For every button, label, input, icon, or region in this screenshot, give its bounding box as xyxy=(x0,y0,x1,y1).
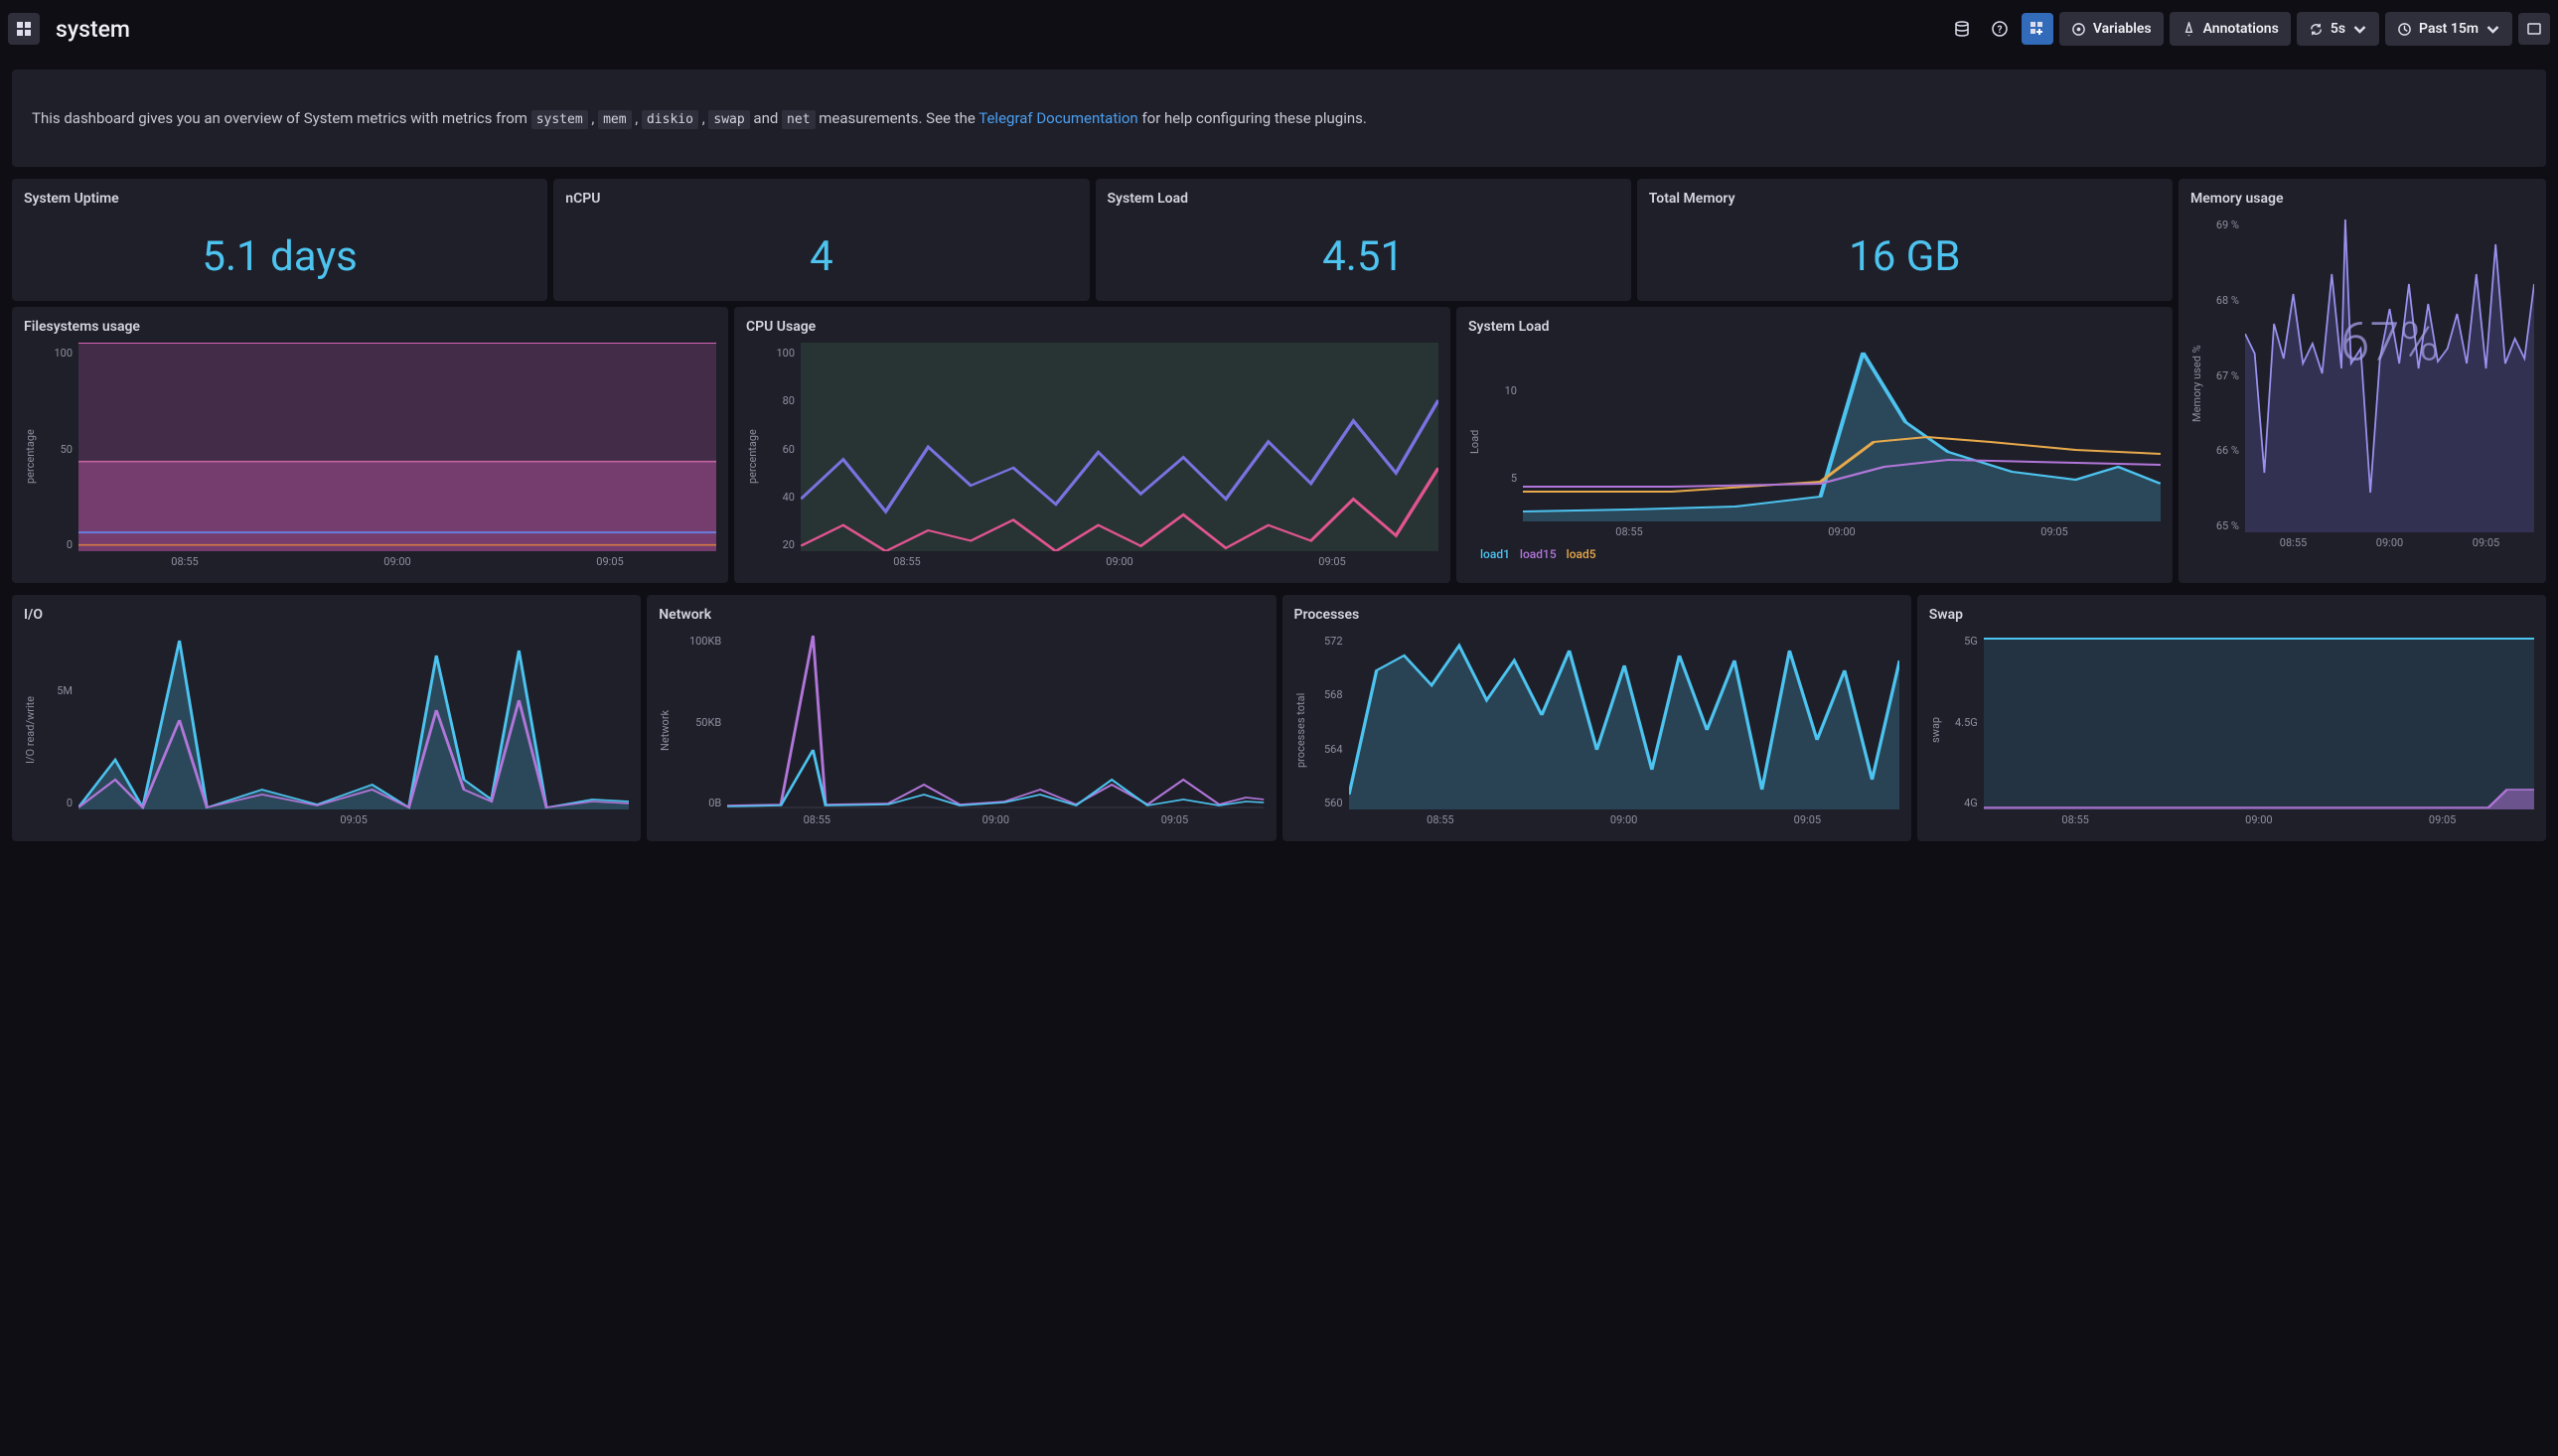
annotations-button[interactable]: Annotations xyxy=(2170,12,2291,46)
x-ticks: 09:05 xyxy=(78,809,629,826)
panel-title: I/O xyxy=(24,607,629,623)
refresh-interval-button[interactable]: 5s xyxy=(2297,12,2379,46)
panel-title: Swap xyxy=(1929,607,2534,623)
y-ticks: 100 50 0 xyxy=(37,343,78,571)
y-ticks: 10 5 xyxy=(1481,343,1523,541)
topbar: system ? Variables Annotations 5s Past 1… xyxy=(0,0,2558,58)
panel-ncpu[interactable]: nCPU 4 xyxy=(553,179,1089,301)
panel-io[interactable]: I/O I/O read/write 5M 0 xyxy=(12,595,641,841)
add-cell-icon[interactable] xyxy=(2022,13,2053,45)
y-axis-label: Memory used % xyxy=(2190,215,2203,552)
panel-title: nCPU xyxy=(565,191,1077,207)
time-range-button[interactable]: Past 15m xyxy=(2385,12,2512,46)
x-ticks: 08:55 09:00 09:05 xyxy=(1984,809,2534,826)
help-icon[interactable]: ? xyxy=(1984,13,2016,45)
panel-network[interactable]: Network Network 100KB 50KB 0B 08:55 xyxy=(647,595,1276,841)
y-ticks: 100 80 60 40 20 xyxy=(759,343,801,571)
panel-uptime[interactable]: System Uptime 5.1 days xyxy=(12,179,547,301)
chart-svg xyxy=(801,343,1438,551)
y-axis-label: percentage xyxy=(24,343,37,571)
panel-title: System Uptime xyxy=(24,191,535,207)
y-axis-label: I/O read/write xyxy=(24,631,37,829)
panel-system-load-chart[interactable]: System Load Load 10 5 xyxy=(1456,307,2173,583)
y-ticks: 69 % 68 % 67 % 66 % 65 % xyxy=(2203,215,2245,552)
time-range-label: Past 15m xyxy=(2419,21,2479,37)
code-swap: swap xyxy=(708,110,749,129)
panel-title: Filesystems usage xyxy=(24,319,716,335)
chart-svg xyxy=(1984,631,2534,809)
chevron-down-icon xyxy=(2352,22,2367,37)
fullscreen-icon[interactable] xyxy=(2518,13,2550,45)
chevron-down-icon xyxy=(2485,22,2500,37)
y-axis-label: processes total xyxy=(1294,631,1307,829)
topbar-right: ? Variables Annotations 5s Past 15m xyxy=(1946,12,2550,46)
panel-total-memory[interactable]: Total Memory 16 GB xyxy=(1637,179,2173,301)
y-ticks: 100KB 50KB 0B xyxy=(672,631,727,829)
panel-swap[interactable]: Swap swap 5G 4.5G 4G 08:55 xyxy=(1917,595,2546,841)
panel-title: Total Memory xyxy=(1649,191,2161,207)
variables-label: Variables xyxy=(2093,21,2152,37)
panel-title: Network xyxy=(659,607,1264,623)
chart-svg xyxy=(727,631,1264,809)
y-ticks: 572 568 564 560 xyxy=(1307,631,1349,829)
telegraf-doc-link[interactable]: Telegraf Documentation xyxy=(978,109,1137,127)
legend-load1[interactable]: load1 xyxy=(1480,547,1510,561)
panel-cpu-usage[interactable]: CPU Usage percentage 100 80 60 40 20 xyxy=(734,307,1450,583)
x-ticks: 08:55 09:00 09:05 xyxy=(1349,809,1899,826)
panel-title: CPU Usage xyxy=(746,319,1438,335)
x-ticks: 08:55 09:00 09:05 xyxy=(2245,532,2534,549)
panel-title: System Load xyxy=(1468,319,2161,335)
info-banner: This dashboard gives you an overview of … xyxy=(12,70,2546,167)
y-axis-label: Load xyxy=(1468,343,1481,541)
chart-svg xyxy=(78,343,716,551)
y-axis-label: percentage xyxy=(746,343,759,571)
refresh-interval-label: 5s xyxy=(2331,21,2345,37)
legend-load15[interactable]: load15 xyxy=(1520,547,1557,561)
annotations-label: Annotations xyxy=(2203,21,2279,37)
svg-text:?: ? xyxy=(1997,25,2002,36)
panel-processes[interactable]: Processes processes total 572 568 564 56… xyxy=(1282,595,1911,841)
chart-svg xyxy=(78,631,629,809)
page-title: system xyxy=(56,16,130,43)
variables-button[interactable]: Variables xyxy=(2059,12,2164,46)
chart-svg xyxy=(1349,631,1899,809)
panel-title: Processes xyxy=(1294,607,1899,623)
dashboards-icon[interactable] xyxy=(8,13,40,45)
x-ticks: 08:55 09:00 09:05 xyxy=(1523,521,2161,538)
chart-svg xyxy=(1523,343,2161,521)
datasource-icon[interactable] xyxy=(1946,13,1978,45)
panel-system-load-stat[interactable]: System Load 4.51 xyxy=(1096,179,1631,301)
stat-value: 5.1 days xyxy=(24,215,535,289)
y-ticks: 5G 4.5G 4G xyxy=(1942,631,1984,829)
panel-title: Memory usage xyxy=(2190,191,2534,207)
stat-value: 4 xyxy=(565,215,1077,289)
panel-filesystems[interactable]: Filesystems usage percentage 100 50 0 xyxy=(12,307,728,583)
chart-svg xyxy=(2245,215,2534,532)
x-ticks: 08:55 09:00 09:05 xyxy=(801,551,1438,568)
y-ticks: 5M 0 xyxy=(37,631,78,829)
x-ticks: 08:55 09:00 09:05 xyxy=(727,809,1264,826)
dashboard-grid: System Uptime 5.1 days nCPU 4 System Loa… xyxy=(0,179,2558,853)
stat-value: 4.51 xyxy=(1108,215,1619,289)
code-system: system xyxy=(531,110,588,129)
topbar-left: system xyxy=(8,13,130,45)
x-ticks: 08:55 09:00 09:05 xyxy=(78,551,716,568)
code-diskio: diskio xyxy=(642,110,698,129)
panel-title: System Load xyxy=(1108,191,1619,207)
y-axis-label: swap xyxy=(1929,631,1942,829)
legend: load1 load15 load5 xyxy=(1468,547,2161,561)
code-mem: mem xyxy=(598,110,631,129)
code-net: net xyxy=(782,110,815,129)
stat-value: 16 GB xyxy=(1649,215,2161,289)
y-axis-label: Network xyxy=(659,631,672,829)
legend-load5[interactable]: load5 xyxy=(1567,547,1596,561)
banner-text: This dashboard gives you an overview of … xyxy=(32,109,531,127)
panel-memory-usage[interactable]: Memory usage Memory used % 69 % 68 % 67 … xyxy=(2179,179,2546,583)
